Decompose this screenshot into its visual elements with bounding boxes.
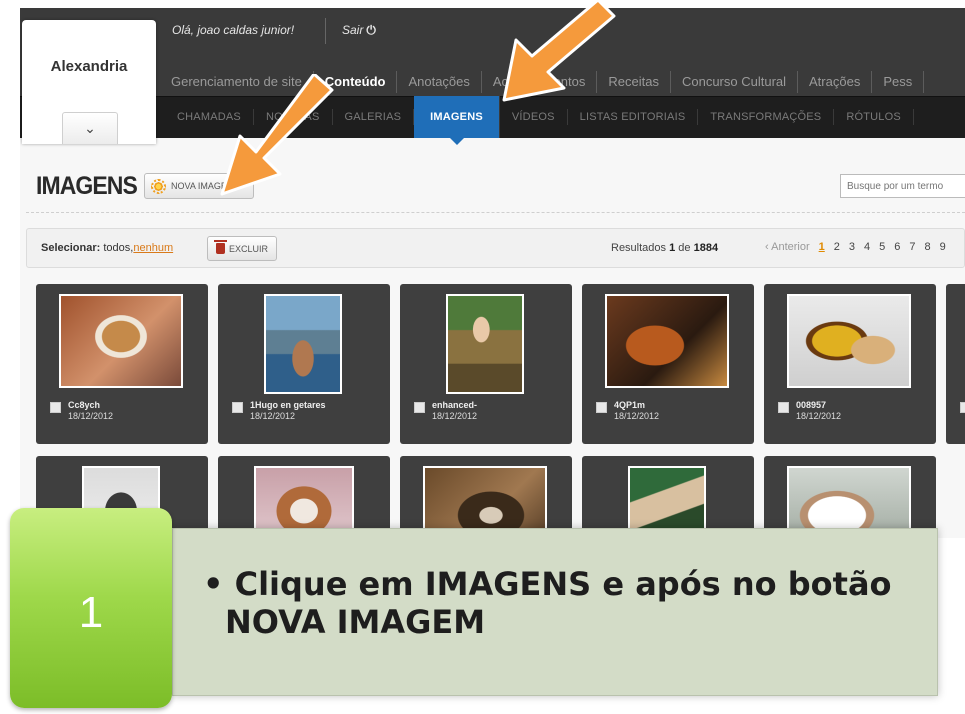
page-link[interactable]: 7 [909, 241, 915, 253]
image-card[interactable]: 1Hugo en getares 18/12/2012 [218, 284, 390, 444]
instruction-text: • Clique em IMAGENS e após no botão NOVA… [203, 565, 892, 641]
image-card[interactable] [218, 456, 390, 538]
image-date: 18/12/2012 [796, 411, 842, 421]
logout-label: Sair [342, 23, 364, 37]
image-thumbnail[interactable] [59, 294, 183, 388]
image-card[interactable] [400, 456, 572, 538]
image-card[interactable]: enhanced- 18/12/2012 [400, 284, 572, 444]
delete-label: EXCLUIR [228, 243, 268, 254]
search-input[interactable] [840, 174, 965, 198]
page-link[interactable]: 2 [834, 241, 840, 253]
prev-page-link[interactable]: ‹ Anterior [765, 241, 810, 253]
image-thumbnail[interactable] [264, 294, 342, 394]
image-date: 18/12/2012 [614, 411, 660, 421]
sun-icon [151, 178, 166, 194]
top-bar: Olá, joao caldas junior! Sair ⏻ Gerenciam… [20, 8, 965, 96]
select-checkbox[interactable] [596, 402, 607, 413]
image-name: 008957 [796, 400, 827, 410]
pagination: ‹ Anterior 1 2 3 4 5 6 7 8 9 [765, 241, 946, 253]
image-date: 18/12/2012 [250, 411, 296, 421]
select-controls: Selecionar: todos,nenhum [41, 242, 174, 254]
image-thumbnail[interactable] [787, 294, 911, 388]
trash-icon [213, 240, 227, 254]
instruction-panel: • Clique em IMAGENS e após no botão NOVA… [172, 528, 938, 696]
results-prefix: Resultados [611, 242, 667, 254]
image-name: 4QP1m [614, 400, 646, 410]
logout-link[interactable]: Sair ⏻ [342, 23, 376, 38]
image-card[interactable] [764, 456, 936, 538]
select-checkbox[interactable] [414, 402, 425, 413]
arrow-icon [220, 74, 334, 196]
select-checkbox[interactable] [232, 402, 243, 413]
image-thumbnail[interactable] [605, 294, 729, 388]
step-number: 1 [78, 588, 104, 637]
page-link[interactable]: 5 [879, 241, 885, 253]
image-name: enhanced- [432, 400, 478, 410]
image-card[interactable]: Cc8ych 18/12/2012 [36, 284, 208, 444]
site-selector: Alexandria ⌄ [22, 20, 156, 144]
action-bar: Selecionar: todos,nenhum EXCLUIR Resulta… [26, 228, 965, 268]
main-nav-item[interactable]: Concurso Cultural [671, 71, 799, 93]
image-date: 18/12/2012 [432, 411, 478, 421]
site-toggle-button[interactable]: ⌄ [62, 112, 118, 144]
page-header: IMAGENS NOVA IMAGEM [20, 138, 965, 218]
cms-screenshot: Olá, joao caldas junior! Sair ⏻ Gerenciam… [20, 8, 965, 538]
page-link[interactable]: 6 [894, 241, 900, 253]
sub-nav-tab-imagens[interactable]: IMAGENS [414, 96, 500, 145]
main-nav-item[interactable]: Atrações [798, 71, 873, 93]
image-card[interactable]: 4QP1m 18/12/2012 [582, 284, 754, 444]
select-all-link[interactable]: todos [103, 242, 130, 254]
image-card[interactable] [582, 456, 754, 538]
arrow-icon [502, 0, 616, 102]
select-label: Selecionar: [41, 242, 101, 254]
select-checkbox[interactable] [960, 402, 965, 413]
image-name: Cc8ych [68, 400, 101, 410]
divider [26, 212, 965, 213]
chevron-down-icon: ⌄ [84, 120, 96, 136]
page-link[interactable]: 4 [864, 241, 870, 253]
select-none-link[interactable]: nenhum [133, 242, 173, 254]
image-card[interactable] [946, 284, 965, 444]
sub-nav-tab[interactable]: TRANSFORMAÇÕES [698, 109, 835, 125]
image-date: 18/12/2012 [68, 411, 114, 421]
results-from: 1 [669, 242, 676, 254]
image-thumbnail[interactable] [446, 294, 524, 394]
main-nav-item[interactable]: Pess [872, 71, 925, 93]
select-checkbox[interactable] [50, 402, 61, 413]
user-greeting: Olá, joao caldas junior! [172, 23, 295, 37]
select-checkbox[interactable] [778, 402, 789, 413]
delete-button[interactable]: EXCLUIR [207, 236, 277, 261]
results-of: de [678, 242, 691, 254]
page-link[interactable]: 9 [940, 241, 946, 253]
step-badge: 1 [10, 508, 172, 708]
sub-nav-tab[interactable]: RÓTULOS [834, 109, 914, 125]
page-link[interactable]: 8 [925, 241, 931, 253]
site-name: Alexandria [50, 58, 128, 75]
divider [325, 18, 326, 44]
page-title: IMAGENS [36, 172, 138, 200]
page-link-current[interactable]: 1 [819, 241, 825, 253]
sub-nav-tab[interactable]: VÍDEOS [500, 109, 568, 125]
results-count: Resultados 1 de 1884 [611, 242, 718, 254]
power-icon: ⏻ [366, 23, 376, 37]
sub-nav-tab[interactable]: LISTAS EDITORIAIS [568, 109, 699, 125]
main-nav-item[interactable]: Anotações [397, 71, 482, 93]
sub-nav-tab[interactable]: GALERIAS [333, 109, 415, 125]
results-total: 1884 [693, 242, 719, 254]
page-link[interactable]: 3 [849, 241, 855, 253]
image-name: 1Hugo en getares [250, 400, 326, 410]
image-card[interactable]: 008957 18/12/2012 [764, 284, 936, 444]
